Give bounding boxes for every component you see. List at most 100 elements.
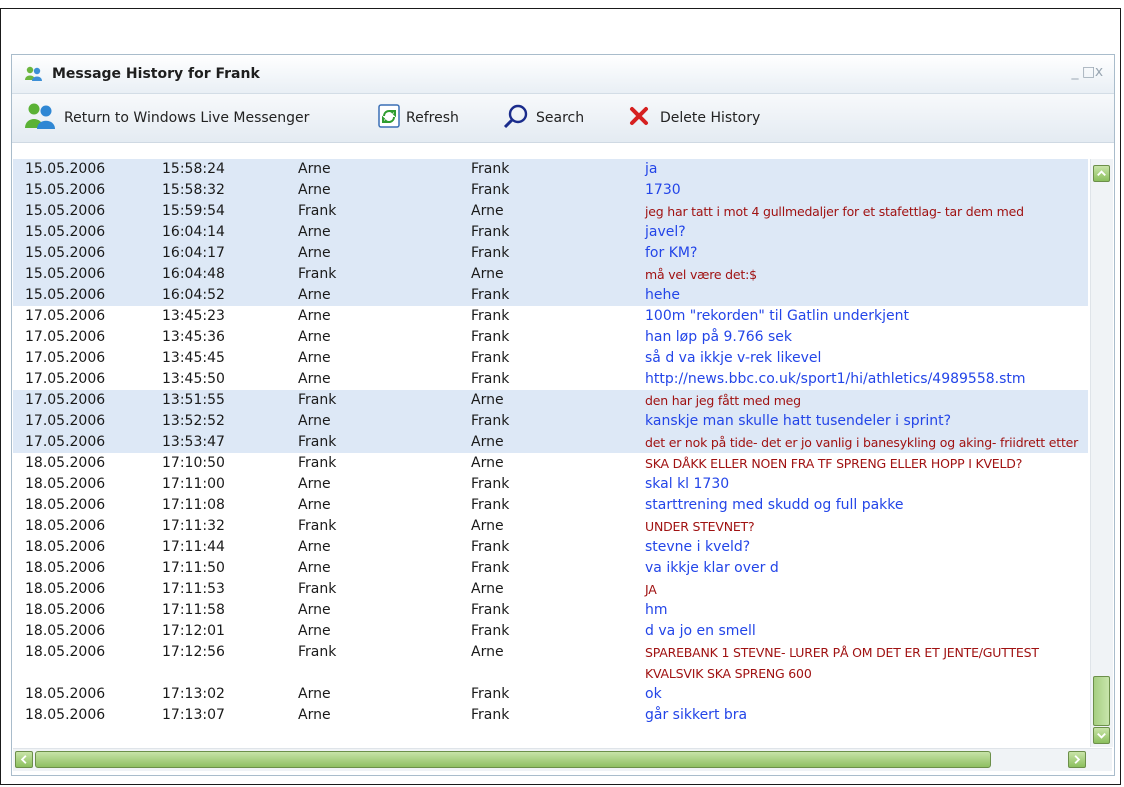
message-to: Arne bbox=[471, 266, 504, 282]
message-to: Arne bbox=[471, 203, 504, 219]
message-date: 18.05.2006 bbox=[25, 623, 106, 639]
message-row: 18.05.2006 17:12:01 Arne Frank d va jo en sm… bbox=[13, 621, 1088, 642]
message-text: han løp på 9.766 sek bbox=[645, 329, 793, 345]
message-text: JA bbox=[645, 582, 657, 597]
message-date: 17.05.2006 bbox=[25, 329, 106, 345]
message-text: går sikkert bra bbox=[645, 707, 748, 723]
message-text: det er nok på tide- det er jo vanlig i b… bbox=[645, 435, 1079, 450]
message-row: 18.05.2006 17:11:53 Frank Arne JA bbox=[13, 579, 1088, 600]
message-date: 18.05.2006 bbox=[25, 686, 106, 702]
message-from: Arne bbox=[298, 539, 331, 555]
message-time: 17:11:53 bbox=[162, 581, 225, 597]
message-date: 15.05.2006 bbox=[25, 287, 106, 303]
magnifier-icon bbox=[502, 103, 530, 133]
window-title: Message History for Frank bbox=[52, 66, 260, 82]
message-to: Frank bbox=[471, 602, 510, 618]
message-to: Frank bbox=[471, 539, 510, 555]
message-to: Frank bbox=[471, 308, 510, 324]
message-date: 15.05.2006 bbox=[25, 203, 106, 219]
message-text: stevne i kveld? bbox=[645, 539, 751, 555]
message-row: 15.05.2006 15:58:24 Arne Frank ja bbox=[13, 159, 1088, 180]
message-list: 15.05.2006 15:58:24 Arne Frank ja 15.05.2006 1… bbox=[13, 159, 1088, 745]
message-date: 17.05.2006 bbox=[25, 434, 106, 450]
message-time: 17:10:50 bbox=[162, 455, 225, 471]
message-text: javel? bbox=[645, 224, 686, 240]
delete-history-button[interactable]: Delete History bbox=[628, 104, 760, 132]
message-time: 13:45:36 bbox=[162, 329, 225, 345]
message-text: ok bbox=[645, 686, 662, 702]
message-from: Arne bbox=[298, 371, 331, 387]
maximize-icon[interactable]: □ bbox=[1082, 64, 1095, 80]
refresh-button[interactable]: Refresh bbox=[378, 104, 459, 132]
message-from: Frank bbox=[298, 518, 337, 534]
horizontal-scroll-thumb[interactable] bbox=[35, 751, 991, 768]
return-label: Return to Windows Live Messenger bbox=[64, 110, 310, 126]
close-icon[interactable]: x bbox=[1094, 64, 1106, 80]
message-text: kanskje man skulle hatt tusendeler i spr… bbox=[645, 413, 952, 429]
search-button[interactable]: Search bbox=[502, 104, 584, 132]
message-time: 16:04:14 bbox=[162, 224, 225, 240]
message-row: 15.05.2006 16:04:52 Arne Frank hehe bbox=[13, 285, 1088, 306]
message-to: Frank bbox=[471, 350, 510, 366]
message-date: 15.05.2006 bbox=[25, 161, 106, 177]
message-time: 17:13:02 bbox=[162, 686, 225, 702]
message-row: 15.05.2006 16:04:48 Frank Arne må vel være d… bbox=[13, 264, 1088, 285]
message-from: Frank bbox=[298, 434, 337, 450]
arrow-up-icon bbox=[1097, 170, 1106, 177]
message-text: 1730 bbox=[645, 182, 681, 198]
arrow-right-icon bbox=[1074, 755, 1081, 764]
message-from: Arne bbox=[298, 224, 331, 240]
message-text: hm bbox=[645, 602, 668, 618]
message-date: 18.05.2006 bbox=[25, 518, 106, 534]
message-time: 17:11:50 bbox=[162, 560, 225, 576]
title-bar[interactable]: Message History for Frank _ □x bbox=[12, 55, 1114, 94]
message-time: 13:45:45 bbox=[162, 350, 225, 366]
horizontal-scrollbar[interactable] bbox=[13, 748, 1112, 771]
message-date: 18.05.2006 bbox=[25, 644, 106, 660]
message-to: Frank bbox=[471, 182, 510, 198]
message-row: 17.05.2006 13:45:23 Arne Frank 100m "rekorde… bbox=[13, 306, 1088, 327]
message-to: Frank bbox=[471, 413, 510, 429]
message-row: 15.05.2006 16:04:14 Arne Frank javel? bbox=[13, 222, 1088, 243]
vertical-scroll-thumb[interactable] bbox=[1093, 676, 1110, 726]
message-to: Arne bbox=[471, 581, 504, 597]
refresh-label: Refresh bbox=[406, 110, 459, 126]
message-row: 15.05.2006 15:59:54 Frank Arne jeg har tatt … bbox=[13, 201, 1088, 222]
minimize-icon[interactable]: _ bbox=[1070, 64, 1082, 80]
message-date: 15.05.2006 bbox=[25, 245, 106, 261]
message-time: 15:58:32 bbox=[162, 182, 225, 198]
message-time: 17:12:01 bbox=[162, 623, 225, 639]
message-date: 18.05.2006 bbox=[25, 476, 106, 492]
message-to: Frank bbox=[471, 287, 510, 303]
message-row: 18.05.2006 17:11:50 Arne Frank va ikkje klar… bbox=[13, 558, 1088, 579]
message-row: 17.05.2006 13:45:50 Arne Frank http://news.b… bbox=[13, 369, 1088, 390]
message-date: 17.05.2006 bbox=[25, 371, 106, 387]
message-from: Arne bbox=[298, 245, 331, 261]
search-label: Search bbox=[536, 110, 585, 126]
message-from: Frank bbox=[298, 203, 337, 219]
message-from: Arne bbox=[298, 476, 331, 492]
message-row: 17.05.2006 13:51:55 Frank Arne den har jeg f… bbox=[13, 390, 1088, 411]
message-to: Arne bbox=[471, 644, 504, 660]
arrow-down-icon bbox=[1097, 732, 1106, 739]
message-from: Frank bbox=[298, 392, 337, 408]
scroll-down-button[interactable] bbox=[1093, 727, 1110, 744]
return-to-messenger-button[interactable]: Return to Windows Live Messenger bbox=[24, 103, 310, 132]
message-row: 18.05.2006 17:13:02 Arne Frank ok bbox=[13, 684, 1088, 705]
messenger-buddies-icon bbox=[24, 66, 44, 82]
message-date: 18.05.2006 bbox=[25, 560, 106, 576]
message-text: d va jo en smell bbox=[645, 623, 756, 639]
vertical-scrollbar[interactable] bbox=[1090, 159, 1113, 747]
scroll-left-button[interactable] bbox=[15, 751, 33, 768]
message-from: Arne bbox=[298, 560, 331, 576]
scroll-right-button[interactable] bbox=[1068, 751, 1086, 768]
message-row: 18.05.2006 17:13:07 Arne Frank går sikkert b… bbox=[13, 705, 1088, 726]
message-time: 16:04:17 bbox=[162, 245, 225, 261]
message-to: Frank bbox=[471, 686, 510, 702]
message-time: 13:51:55 bbox=[162, 392, 225, 408]
message-to: Frank bbox=[471, 707, 510, 723]
message-time: 17:11:08 bbox=[162, 497, 225, 513]
message-time: 15:59:54 bbox=[162, 203, 225, 219]
message-from: Arne bbox=[298, 308, 331, 324]
scroll-up-button[interactable] bbox=[1093, 165, 1110, 182]
